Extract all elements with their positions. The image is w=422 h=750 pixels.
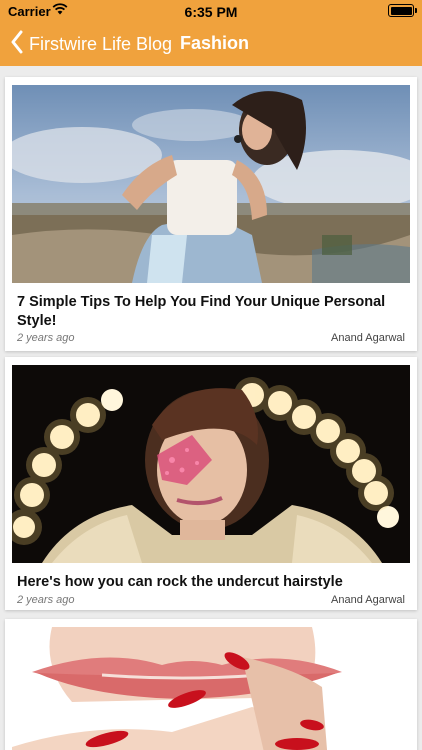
navigation-bar: Firstwire Life Blog Fashion bbox=[0, 22, 422, 66]
article-image[interactable] bbox=[12, 85, 410, 283]
article-image[interactable] bbox=[12, 627, 410, 750]
article-author: Anand Agarwal bbox=[331, 594, 405, 606]
article-date: 2 years ago bbox=[17, 332, 75, 344]
page-title: Fashion bbox=[180, 33, 250, 53]
back-label: Firstwire Life Blog bbox=[29, 34, 173, 54]
back-button[interactable]: Firstwire Life Blog bbox=[10, 30, 172, 59]
article-card[interactable]: Here's how you can rock the undercut hai… bbox=[5, 357, 417, 610]
article-feed[interactable]: 7 Simple Tips To Help You Find Your Uniq… bbox=[0, 66, 422, 750]
article-title[interactable]: 7 Simple Tips To Help You Find Your Uniq… bbox=[17, 293, 407, 331]
article-image[interactable] bbox=[12, 365, 410, 563]
article-date: 2 years ago bbox=[17, 594, 75, 606]
app-header: Carrier 6:35 PM Firstwire Life Blog Fash… bbox=[0, 0, 422, 66]
chevron-left-icon bbox=[10, 30, 24, 59]
clock: 6:35 PM bbox=[184, 4, 238, 20]
article-author: Anand Agarwal bbox=[331, 332, 405, 344]
battery-icon bbox=[388, 4, 417, 17]
article-title[interactable]: Here's how you can rock the undercut hai… bbox=[17, 573, 407, 592]
status-bar: Carrier 6:35 PM bbox=[0, 0, 422, 22]
article-card[interactable] bbox=[5, 619, 417, 750]
article-card[interactable]: 7 Simple Tips To Help You Find Your Uniq… bbox=[5, 77, 417, 351]
